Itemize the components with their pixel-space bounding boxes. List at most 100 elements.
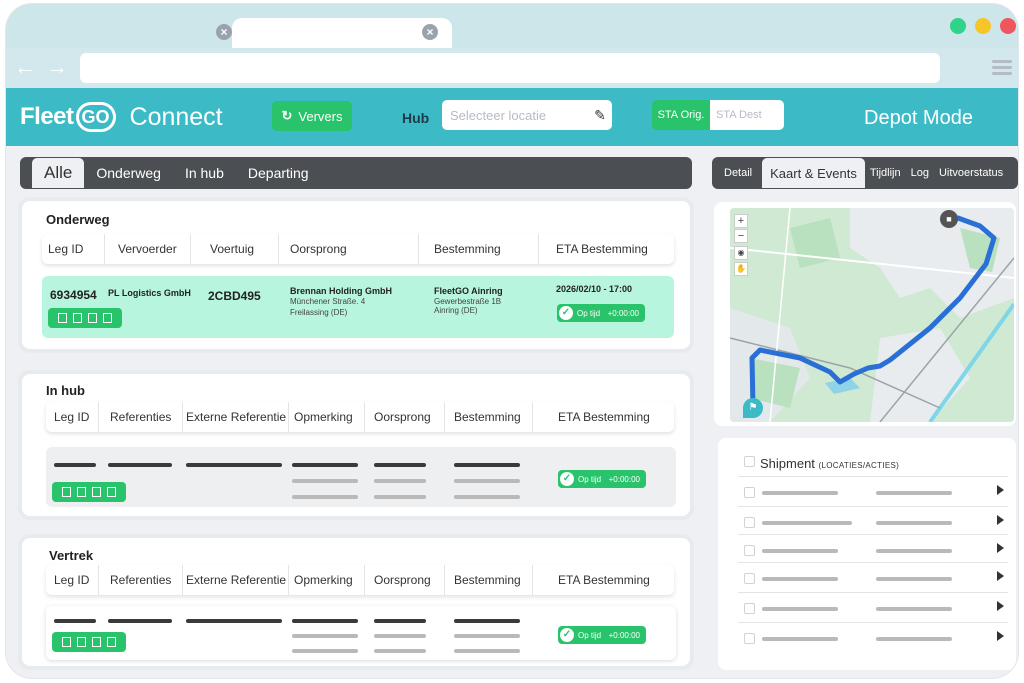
status-label: Op tijd — [578, 630, 602, 640]
sta-dest-button[interactable]: STA Dest — [710, 100, 784, 130]
close-icon[interactable]: × — [216, 24, 232, 40]
placeholder-bar — [292, 495, 358, 499]
column-header: Bestemming — [454, 410, 521, 424]
column-divider — [364, 565, 365, 595]
column-divider — [104, 234, 105, 264]
status-delay: +0:00:00 — [607, 308, 639, 318]
chevron-right-icon[interactable] — [997, 631, 1004, 641]
chevron-right-icon[interactable] — [997, 543, 1004, 553]
origin-street: Münchener Straße. 4 — [290, 297, 366, 306]
column-divider — [444, 565, 445, 595]
column-divider — [444, 402, 445, 432]
shipment-select-all-checkbox[interactable] — [744, 456, 755, 467]
close-icon[interactable]: × — [422, 24, 438, 40]
tab-alle[interactable]: Alle — [32, 158, 85, 188]
action-icons[interactable] — [52, 632, 126, 652]
refresh-button[interactable]: ↻ Ververs — [272, 101, 352, 131]
fleetgo-logo: Fleet GO Connect — [20, 100, 223, 134]
detail-tabs: Detail Kaart & Events Tijdlijn Log Uitvo… — [712, 157, 1018, 189]
route-map[interactable]: + − ◉ ✋ ■ ⚑ — [730, 208, 1014, 422]
depot-mode-title: Depot Mode — [864, 107, 973, 129]
browser-window: × × ← → Fleet GO Connect ↻ Ververs Hub S… — [6, 4, 1018, 678]
tab-onderweg[interactable]: Onderweg — [84, 165, 173, 181]
eye-icon[interactable]: ◉ — [734, 246, 748, 260]
list-item[interactable] — [738, 534, 1008, 562]
row-checkbox[interactable] — [744, 517, 755, 528]
column-divider — [190, 234, 191, 264]
placeholder-bar — [762, 637, 838, 641]
minimize-window-button[interactable] — [975, 18, 991, 34]
placeholder-bar — [374, 463, 426, 467]
url-input[interactable] — [80, 53, 940, 83]
pencil-icon[interactable]: ✎ — [588, 107, 612, 124]
column-divider — [532, 402, 533, 432]
check-icon: ✓ — [560, 628, 574, 642]
sta-orig-button[interactable]: STA Orig. — [652, 100, 710, 130]
close-window-button[interactable] — [1000, 18, 1016, 34]
tab-kaart-events[interactable]: Kaart & Events — [762, 158, 865, 188]
filter-tabs: Alle Onderweg In hub Departing — [20, 157, 692, 189]
placeholder-bar — [54, 463, 96, 467]
row-checkbox[interactable] — [744, 573, 755, 584]
action-icons[interactable] — [48, 308, 122, 328]
list-item[interactable] — [738, 622, 1008, 650]
placeholder-bar — [454, 619, 520, 623]
tab-departing[interactable]: Departing — [236, 165, 321, 181]
row-checkbox[interactable] — [744, 545, 755, 556]
hamburger-icon[interactable] — [992, 60, 1012, 76]
list-item[interactable] — [738, 562, 1008, 590]
refresh-icon: ↻ — [281, 108, 293, 123]
placeholder-bar — [374, 619, 426, 623]
placeholder-bar — [374, 649, 426, 653]
column-header: Leg ID — [48, 242, 84, 256]
row-checkbox[interactable] — [744, 603, 755, 614]
chevron-right-icon[interactable] — [997, 601, 1004, 611]
truck-icon[interactable]: ■ — [940, 210, 958, 228]
row-checkbox[interactable] — [744, 633, 755, 644]
column-divider — [98, 565, 99, 595]
column-divider — [182, 402, 183, 432]
arrow-right-icon[interactable]: → — [46, 56, 68, 78]
placeholder-bar — [876, 491, 952, 495]
shipment-title-text: Shipment — [760, 456, 815, 471]
tab-log[interactable]: Log — [906, 167, 934, 179]
chevron-right-icon[interactable] — [997, 485, 1004, 495]
origin-name: Brennan Holding GmbH — [290, 286, 392, 296]
hand-icon[interactable]: ✋ — [734, 262, 748, 276]
browser-tab[interactable]: × — [28, 18, 248, 48]
maximize-window-button[interactable] — [950, 18, 966, 34]
action-icons[interactable] — [52, 482, 126, 502]
section-title-onderweg: Onderweg — [46, 212, 110, 227]
list-item[interactable] — [738, 506, 1008, 534]
map-card: + − ◉ ✋ ■ ⚑ — [714, 202, 1016, 426]
list-item[interactable] — [738, 476, 1008, 504]
tab-uitvoerstatus[interactable]: Uitvoerstatus — [934, 167, 1008, 179]
placeholder-bar — [292, 634, 358, 638]
carrier: PL Logistics GmbH — [108, 288, 191, 298]
address-bar-row: ← → — [6, 48, 1018, 88]
placeholder-bar — [454, 649, 520, 653]
placeholder-bar — [374, 495, 426, 499]
chevron-right-icon[interactable] — [997, 571, 1004, 581]
onderweg-table-header: Leg ID Vervoerder Voertuig Oorsprong Bes… — [42, 234, 674, 264]
zoom-in-button[interactable]: + — [734, 214, 748, 228]
browser-tab-active[interactable]: × — [232, 18, 452, 48]
tab-detail[interactable]: Detail — [712, 167, 762, 179]
list-item[interactable] — [738, 592, 1008, 620]
hub-location-select[interactable]: Selecteer locatie ✎ — [442, 100, 612, 130]
flag-icon[interactable]: ⚑ — [743, 398, 763, 418]
destination-city: Ainring (DE) — [434, 306, 478, 315]
row-checkbox[interactable] — [744, 487, 755, 498]
arrow-left-icon[interactable]: ← — [14, 56, 36, 78]
in-hub-table-header: Leg ID Referenties Externe Referentie Op… — [46, 402, 674, 432]
column-header: Referenties — [110, 573, 172, 587]
placeholder-bar — [186, 463, 282, 467]
zoom-out-button[interactable]: − — [734, 229, 748, 243]
chevron-right-icon[interactable] — [997, 515, 1004, 525]
placeholder-bar — [292, 649, 358, 653]
shipment-subtitle: (LOCATIES/ACTIES) — [818, 461, 900, 470]
tab-tijdlijn[interactable]: Tijdlijn — [865, 167, 906, 179]
tab-in-hub[interactable]: In hub — [173, 165, 236, 181]
shipment-title: Shipment (LOCATIES/ACTIES) — [760, 456, 899, 471]
placeholder-bar — [876, 607, 952, 611]
